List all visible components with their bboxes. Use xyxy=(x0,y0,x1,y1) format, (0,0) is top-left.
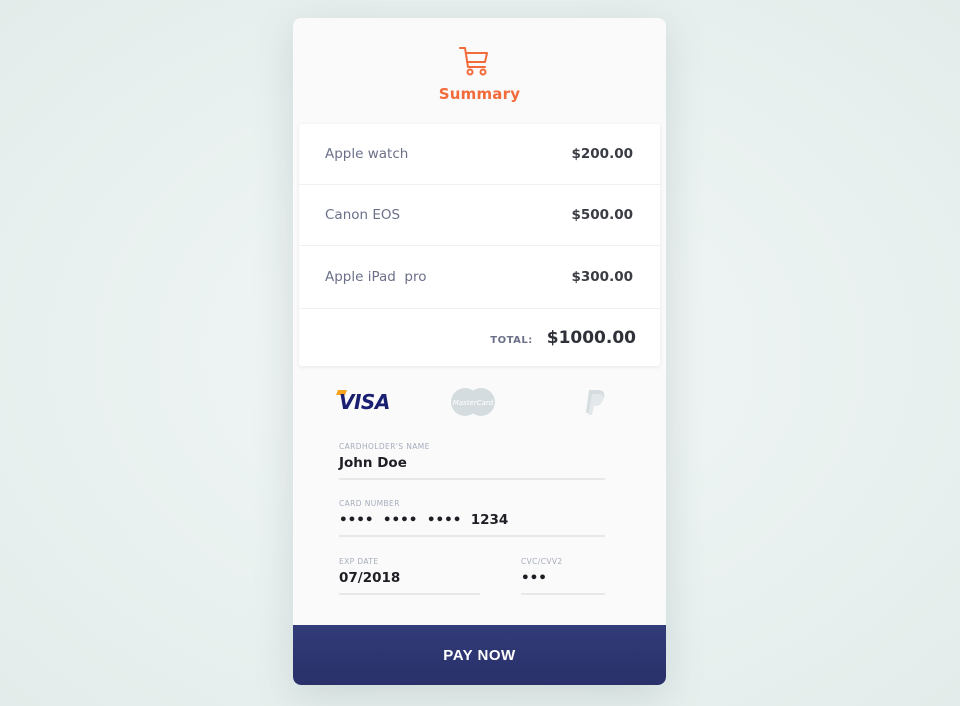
cardholder-field: CARDHOLDER'S NAME John Doe xyxy=(339,442,605,480)
payment-card: Summary Apple watch $200.00 Canon EOS $5… xyxy=(293,18,666,685)
cvc-field: CVC/CVV2 ••• xyxy=(521,557,605,595)
summary-item: Apple watch $200.00 xyxy=(299,124,660,185)
summary-item: Apple iPad pro $300.00 xyxy=(299,246,660,309)
exp-date-field: EXP DATE 07/2018 xyxy=(339,557,480,595)
item-price: $300.00 xyxy=(571,269,634,285)
total-value: $1000.00 xyxy=(546,328,636,348)
card-number-field: CARD NUMBER •••• •••• •••• 1234 xyxy=(339,499,605,537)
total-row: TOTAL: $1000.00 xyxy=(299,309,660,367)
item-name: Apple iPad pro xyxy=(325,269,427,285)
exp-date-input[interactable]: 07/2018 xyxy=(339,566,480,595)
summary-item: Canon EOS $500.00 xyxy=(299,185,660,246)
summary-title: Summary xyxy=(438,85,521,103)
cvc-input[interactable]: ••• xyxy=(521,566,605,595)
mastercard-text: MasterCard xyxy=(453,399,494,407)
mastercard-logo[interactable]: MasterCard xyxy=(449,387,497,417)
card-number-input[interactable]: •••• •••• •••• 1234 xyxy=(339,508,605,537)
item-price: $200.00 xyxy=(571,146,634,162)
summary-header: Summary xyxy=(293,18,666,124)
shopping-cart-icon xyxy=(459,47,488,76)
item-price: $500.00 xyxy=(571,207,634,223)
total-label: TOTAL: xyxy=(490,334,533,346)
visa-logo: VISA xyxy=(339,390,390,414)
payment-methods: VISA MasterCard xyxy=(293,384,666,420)
paypal-logo[interactable] xyxy=(583,388,607,416)
order-summary: Apple watch $200.00 Canon EOS $500.00 Ap… xyxy=(299,124,660,366)
item-name: Canon EOS xyxy=(325,207,401,223)
item-name: Apple watch xyxy=(325,146,409,162)
pay-now-button[interactable]: PAY NOW xyxy=(293,625,666,685)
cardholder-label: CARDHOLDER'S NAME xyxy=(339,442,430,451)
card-number-label: CARD NUMBER xyxy=(339,499,400,508)
cardholder-input[interactable]: John Doe xyxy=(339,451,605,480)
exp-date-label: EXP DATE xyxy=(339,557,379,566)
cvc-label: CVC/CVV2 xyxy=(521,557,563,566)
